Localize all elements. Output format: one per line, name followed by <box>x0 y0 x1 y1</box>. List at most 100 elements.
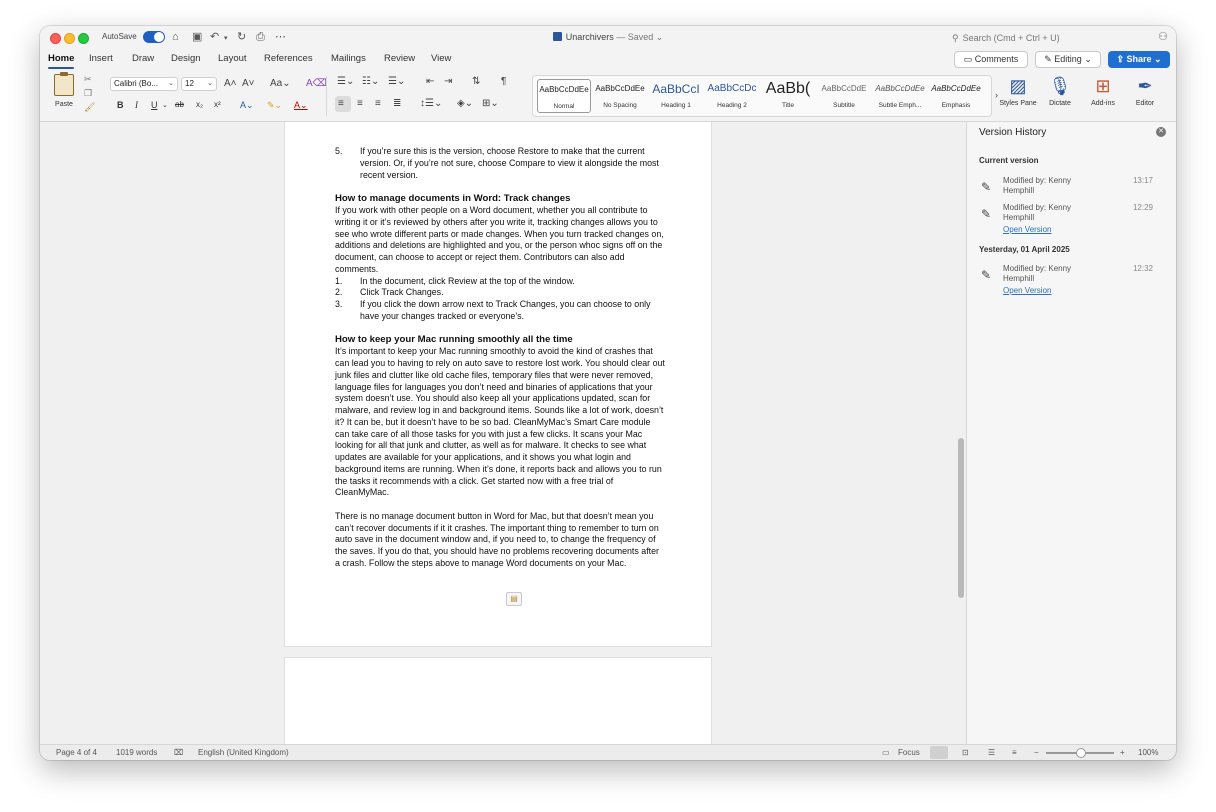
font-name-select[interactable]: Calibri (Bo... ⌄ <box>110 77 178 91</box>
document-body[interactable]: 5. If you’re sure this is the version, c… <box>335 146 665 570</box>
align-right-icon[interactable]: ≡ <box>375 98 381 109</box>
font-size-select[interactable]: 12 ⌄ <box>181 77 217 91</box>
multilevel-list-icon[interactable]: ☰⌄ <box>388 76 405 87</box>
tab-draw[interactable]: Draw <box>132 53 154 64</box>
clear-formatting-icon[interactable]: A⌫ <box>306 78 327 89</box>
strikethrough-button[interactable]: ab <box>175 100 184 109</box>
highlight-icon[interactable]: ✎⌄ <box>267 100 282 111</box>
chevron-down-icon: ⌄ <box>653 32 664 42</box>
yesterday-label: Yesterday, 01 April 2025 <box>979 245 1070 254</box>
zoom-level[interactable]: 100% <box>1138 748 1158 757</box>
font-color-icon[interactable]: A⌄ <box>294 100 308 111</box>
comment-icon: ▭ <box>963 54 975 64</box>
list-number: 2. <box>335 287 343 298</box>
text-effects-icon[interactable]: A⌄ <box>240 100 254 111</box>
format-painter-icon[interactable]: 🖌 <box>84 102 95 113</box>
style-sample: AaBbCcDdE <box>821 84 867 93</box>
bullets-icon[interactable]: ☰⌄ <box>337 76 354 87</box>
paragraph-track-changes: If you work with other people on a Word … <box>335 205 664 274</box>
copy-icon[interactable]: ❐ <box>84 88 92 99</box>
shading-icon[interactable]: ◈⌄ <box>457 98 473 109</box>
version-entry[interactable]: ✎ Modified by: Kenny Hemphill 12:29 Open… <box>979 203 1165 241</box>
subscript-button[interactable]: x₂ <box>196 100 203 109</box>
outline-view-icon[interactable]: ☰ <box>988 748 995 757</box>
document-scrollbar[interactable] <box>958 438 964 598</box>
open-version-link[interactable]: Open Version <box>1003 286 1051 295</box>
document-page-next[interactable] <box>285 658 711 744</box>
word-count[interactable]: 1019 words <box>116 748 157 757</box>
tab-insert[interactable]: Insert <box>89 53 113 64</box>
align-left-icon[interactable]: ≡ <box>338 98 344 109</box>
version-entry[interactable]: ✎ Modified by: Kenny Hemphill 13:17 <box>979 176 1165 202</box>
print-layout-view-button[interactable] <box>930 746 948 759</box>
focus-label[interactable]: Focus <box>898 748 920 757</box>
style-emphasis[interactable]: AaBbCcDdEe Emphasis <box>929 79 983 113</box>
version-time: 13:17 <box>1132 176 1153 185</box>
chevron-down-icon[interactable]: ⌄ <box>162 101 168 109</box>
tab-review[interactable]: Review <box>384 53 415 64</box>
style-name: Subtitle <box>833 102 855 109</box>
style-subtitle[interactable]: AaBbCcDdE Subtitle <box>817 79 871 113</box>
dictate-button[interactable]: 🎙 Dictate <box>1040 74 1080 108</box>
bold-button[interactable]: B <box>117 100 124 110</box>
account-icon[interactable]: ⚇ <box>1158 30 1168 43</box>
share-button[interactable]: ⇪ Share ⌄ <box>1108 51 1170 68</box>
increase-indent-icon[interactable]: ⇥ <box>444 76 452 87</box>
draft-view-icon[interactable]: ≡ <box>1012 748 1017 757</box>
superscript-button[interactable]: x² <box>214 100 221 109</box>
web-layout-icon[interactable]: ⊡ <box>962 748 969 757</box>
tab-references[interactable]: References <box>264 53 313 64</box>
pilcrow-icon[interactable]: ¶ <box>501 76 506 87</box>
cut-icon[interactable]: ✂ <box>84 74 92 85</box>
share-label: Share <box>1126 54 1152 64</box>
close-icon[interactable]: ✕ <box>1156 127 1166 137</box>
decrease-indent-icon[interactable]: ⇤ <box>426 76 434 87</box>
document-canvas[interactable]: 5. If you’re sure this is the version, c… <box>40 122 966 744</box>
tab-view[interactable]: View <box>431 53 451 64</box>
line-spacing-icon[interactable]: ↕☰⌄ <box>420 98 442 109</box>
styles-gallery: AaBbCcDdEe Normal AaBbCcDdEe No Spacing … <box>532 75 992 117</box>
pencil-icon: ✎ <box>1044 54 1055 64</box>
paste-button[interactable]: Paste <box>50 72 78 108</box>
shrink-font-icon[interactable]: A˅ <box>242 78 255 89</box>
language[interactable]: English (United Kingdom) <box>198 748 289 757</box>
grow-font-icon[interactable]: A˄ <box>224 78 237 89</box>
page-count[interactable]: Page 4 of 4 <box>56 748 97 757</box>
open-version-link[interactable]: Open Version <box>1003 225 1051 234</box>
document-page[interactable]: 5. If you’re sure this is the version, c… <box>285 122 711 646</box>
numbering-icon[interactable]: ☷⌄ <box>362 76 379 87</box>
editing-mode-button[interactable]: ✎ Editing ⌄ <box>1035 51 1101 68</box>
align-center-icon[interactable]: ≡ <box>357 98 363 109</box>
style-heading-2[interactable]: AaBbCcDc Heading 2 <box>705 79 759 113</box>
addins-button[interactable]: ⊞ Add-ins <box>1083 74 1123 108</box>
paragraph-conclusion: There is no manage document button in Wo… <box>335 510 659 568</box>
tab-design[interactable]: Design <box>171 53 201 64</box>
chevron-down-icon: ⌄ <box>207 80 213 87</box>
style-title[interactable]: AaBb( Title <box>761 79 815 113</box>
tab-home[interactable]: Home <box>48 53 75 69</box>
version-history-title: Version History <box>979 127 1047 138</box>
style-heading-1[interactable]: AaBbCcI Heading 1 <box>649 79 703 113</box>
zoom-out-icon[interactable]: − <box>1034 748 1039 757</box>
proofing-icon[interactable]: ⌧ <box>174 748 183 757</box>
comments-button[interactable]: ▭ Comments <box>954 51 1028 68</box>
styles-pane-button[interactable]: ▨ Styles Pane <box>998 74 1038 108</box>
italic-button[interactable]: I <box>135 100 138 110</box>
version-entry[interactable]: ✎ Modified by: Kenny Hemphill 12:32 Open… <box>979 264 1165 302</box>
change-case-icon[interactable]: Aa⌄ <box>270 78 291 89</box>
paste-options-icon[interactable]: ▤ <box>506 592 522 606</box>
editor-button[interactable]: ✒ Editor <box>1125 74 1165 108</box>
borders-icon[interactable]: ⊞⌄ <box>482 98 499 109</box>
style-no-spacing[interactable]: AaBbCcDdEe No Spacing <box>593 79 647 113</box>
search-box[interactable]: ⚲ Search (Cmd + Ctrl + U) <box>952 30 1132 46</box>
justify-icon[interactable]: ≣ <box>393 98 401 109</box>
focus-icon[interactable]: ▭ <box>882 748 890 757</box>
underline-button[interactable]: U <box>151 100 158 110</box>
zoom-slider-thumb[interactable] <box>1076 748 1086 758</box>
style-normal[interactable]: AaBbCcDdEe Normal <box>537 79 591 113</box>
style-subtle-emphasis[interactable]: AaBbCcDdEe Subtle Emph... <box>873 79 927 113</box>
tab-mailings[interactable]: Mailings <box>331 53 366 64</box>
zoom-in-icon[interactable]: + <box>1120 748 1125 757</box>
sort-icon[interactable]: ⇅ <box>472 76 480 87</box>
tab-layout[interactable]: Layout <box>218 53 247 64</box>
